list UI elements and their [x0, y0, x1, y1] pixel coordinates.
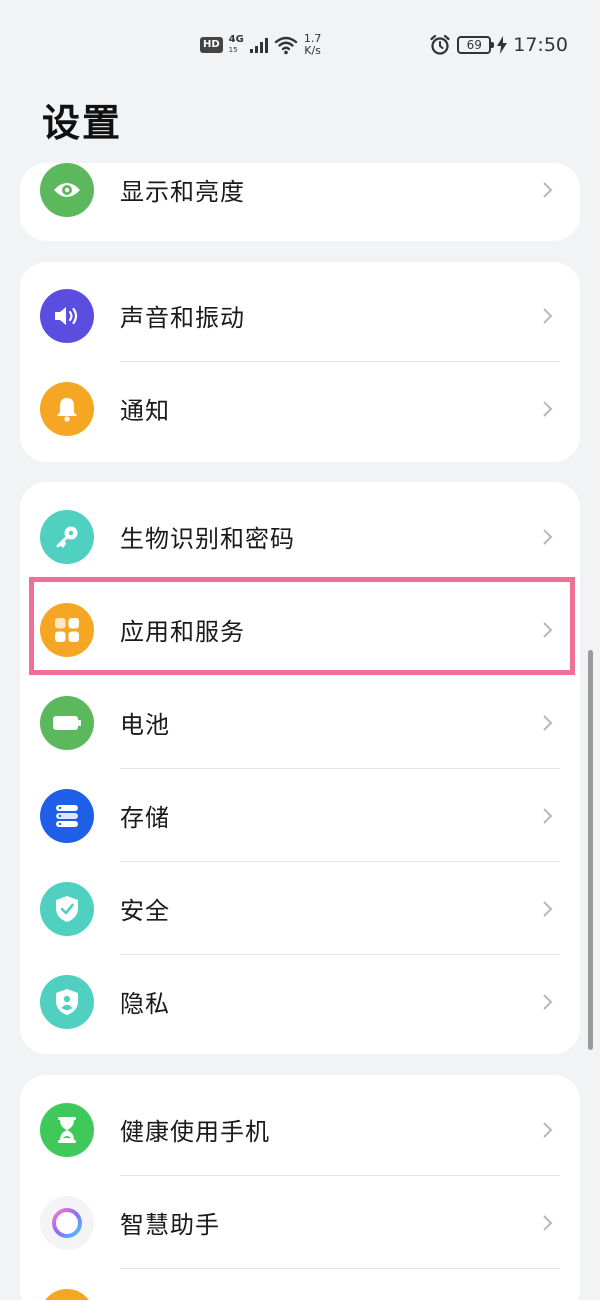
- status-right: 69 17:50: [429, 30, 568, 60]
- settings-item-display[interactable]: 显示和亮度: [20, 163, 580, 236]
- chevron-right-icon: [543, 181, 553, 198]
- network-type: 4G 15: [228, 34, 244, 55]
- storage-icon: [40, 788, 94, 843]
- settings-card-health: 健康使用手机 智慧助手: [20, 1075, 580, 1300]
- chevron-right-icon: [543, 714, 553, 731]
- settings-item-label: 电池: [120, 711, 170, 739]
- hourglass-icon: [40, 1102, 94, 1157]
- settings-item-partial[interactable]: [20, 1269, 580, 1300]
- alarm-icon: [430, 34, 450, 55]
- battery-icon: [40, 695, 94, 750]
- settings-item-label: 存储: [120, 804, 170, 832]
- settings-card-sound: 声音和振动 通知: [20, 262, 580, 462]
- apps-grid-icon: [40, 602, 94, 657]
- settings-item-biometrics[interactable]: 生物识别和密码: [20, 490, 580, 583]
- shield-check-icon: [40, 881, 94, 936]
- settings-item-label: 声音和振动: [120, 304, 245, 332]
- chevron-right-icon: [543, 1214, 553, 1231]
- settings-item-label: 智慧助手: [120, 1211, 220, 1239]
- settings-item-digital-balance[interactable]: 健康使用手机: [20, 1083, 580, 1176]
- chevron-right-icon: [543, 1121, 553, 1138]
- settings-item-battery[interactable]: 电池: [20, 676, 580, 769]
- settings-item-label: 显示和亮度: [120, 178, 245, 206]
- settings-item-smart-assistant[interactable]: 智慧助手: [20, 1176, 580, 1269]
- chevron-right-icon: [543, 807, 553, 824]
- bell-icon: [40, 381, 94, 436]
- settings-card-display: 显示和亮度: [20, 163, 580, 241]
- settings-item-label: 通知: [120, 397, 170, 425]
- settings-item-label: 应用和服务: [120, 618, 245, 646]
- key-icon: [40, 509, 94, 564]
- settings-item-security[interactable]: 安全: [20, 862, 580, 955]
- settings-item-notifications[interactable]: 通知: [20, 362, 580, 455]
- chevron-right-icon: [543, 993, 553, 1010]
- status-center: HD 4G 15 1.7 K/s: [200, 30, 321, 60]
- settings-item-label: 健康使用手机: [120, 1118, 270, 1146]
- status-bar: HD 4G 15 1.7 K/s 69 17:50: [0, 0, 600, 90]
- settings-item-apps-services[interactable]: 应用和服务: [20, 583, 580, 676]
- battery-indicator: 69: [457, 36, 495, 54]
- chevron-right-icon: [543, 307, 553, 324]
- settings-item-label: 安全: [120, 897, 170, 925]
- wifi-icon: [274, 36, 298, 55]
- hd-badge: HD: [200, 37, 223, 53]
- partial-item-icon: [40, 1288, 94, 1300]
- privacy-shield-icon: [40, 974, 94, 1029]
- settings-item-label: 生物识别和密码: [120, 525, 295, 553]
- chevron-right-icon: [543, 400, 553, 417]
- speaker-icon: [40, 288, 94, 343]
- settings-item-sound[interactable]: 声音和振动: [20, 269, 580, 362]
- settings-item-privacy[interactable]: 隐私: [20, 955, 580, 1048]
- charging-icon: [497, 36, 508, 54]
- settings-item-label: 隐私: [120, 990, 170, 1018]
- eye-icon: [40, 163, 94, 217]
- chevron-right-icon: [543, 621, 553, 638]
- clock: 17:50: [513, 34, 568, 56]
- assistant-ring-icon: [40, 1195, 94, 1250]
- settings-card-system: 生物识别和密码 应用和服务 电池 存储 安全 隐私: [20, 482, 580, 1054]
- chevron-right-icon: [543, 528, 553, 545]
- network-speed: 1.7 K/s: [303, 32, 322, 57]
- signal-icon: [249, 37, 268, 53]
- scrollbar[interactable]: [588, 650, 593, 1050]
- chevron-right-icon: [543, 900, 553, 917]
- settings-item-storage[interactable]: 存储: [20, 769, 580, 862]
- page-title: 设置: [42, 101, 123, 145]
